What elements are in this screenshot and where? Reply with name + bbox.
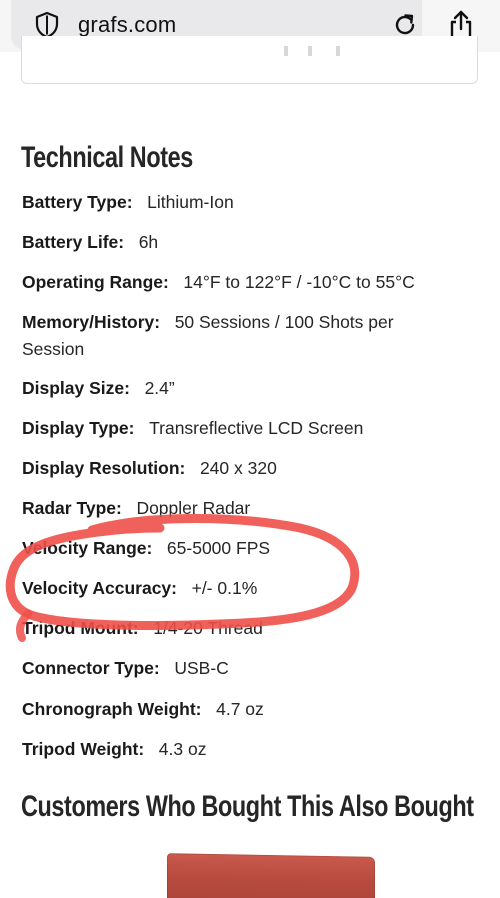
spec-row: Memory/History: 50 Sessions / 100 Shots … bbox=[22, 309, 442, 363]
technical-notes-heading: Technical Notes bbox=[21, 141, 193, 174]
spec-label: Connector Type: bbox=[22, 658, 160, 678]
spec-label: Chronograph Weight: bbox=[22, 699, 202, 719]
spec-label: Battery Type: bbox=[22, 192, 133, 212]
spec-value: 65-5000 FPS bbox=[166, 538, 271, 558]
spec-row: Battery Life: 6h bbox=[22, 229, 462, 256]
url-text[interactable]: grafs.com bbox=[78, 12, 176, 38]
spec-label: Display Resolution: bbox=[22, 458, 186, 478]
cut-off-text bbox=[272, 46, 352, 56]
spec-label: Display Type: bbox=[22, 418, 135, 438]
shield-icon[interactable] bbox=[33, 11, 61, 39]
page: grafs.com Technical Notes Battery Type: … bbox=[0, 0, 500, 898]
spec-row: Display Resolution: 240 x 320 bbox=[22, 455, 462, 482]
spec-label: Tripod Mount: bbox=[22, 618, 139, 638]
spec-value: +/- 0.1% bbox=[191, 578, 258, 598]
spec-row: Radar Type: Doppler Radar bbox=[22, 495, 462, 522]
spec-label: Velocity Range: bbox=[22, 538, 153, 558]
spec-row: Tripod Mount: 1/4-20 Thread bbox=[22, 615, 462, 642]
spec-row: Connector Type: USB-C bbox=[22, 655, 462, 682]
spec-label: Battery Life: bbox=[22, 232, 125, 252]
reload-icon[interactable] bbox=[391, 11, 419, 39]
spec-value: Transreflective LCD Screen bbox=[149, 418, 364, 438]
spec-value: USB-C bbox=[174, 658, 229, 678]
spec-label: Operating Range: bbox=[22, 272, 169, 292]
spec-label: Radar Type: bbox=[22, 498, 122, 518]
spec-row: Display Size: 2.4” bbox=[22, 375, 462, 402]
spec-row: Display Type: Transreflective LCD Screen bbox=[22, 415, 462, 442]
spec-label: Velocity Accuracy: bbox=[22, 578, 177, 598]
spec-value: Lithium-Ion bbox=[147, 192, 234, 212]
product-image[interactable] bbox=[167, 853, 375, 898]
spec-row: Velocity Range: 65-5000 FPS bbox=[22, 535, 462, 562]
spec-label: Tripod Weight: bbox=[22, 739, 145, 759]
spec-row: Velocity Accuracy: +/- 0.1% bbox=[22, 575, 462, 602]
spec-value: 2.4” bbox=[144, 378, 175, 398]
spec-value: 4.7 oz bbox=[216, 699, 264, 719]
spec-label: Display Size: bbox=[22, 378, 130, 398]
spec-value: 240 x 320 bbox=[199, 458, 277, 478]
customers-also-bought-heading: Customers Who Bought This Also Bought bbox=[21, 790, 474, 823]
spec-row: Tripod Weight: 4.3 oz bbox=[22, 736, 462, 763]
spec-value: 14°F to 122°F / -10°C to 55°C bbox=[183, 272, 415, 292]
spec-value: Doppler Radar bbox=[136, 498, 251, 518]
spec-row: Chronograph Weight: 4.7 oz bbox=[22, 696, 462, 723]
spec-label: Memory/History: bbox=[22, 312, 161, 332]
card-remnant bbox=[21, 36, 478, 84]
spec-value: 6h bbox=[138, 232, 159, 252]
spec-value: 4.3 oz bbox=[158, 739, 207, 759]
spec-value: 1/4-20 Thread bbox=[153, 618, 263, 638]
spec-row: Battery Type: Lithium-Ion bbox=[22, 189, 462, 216]
spec-row: Operating Range: 14°F to 122°F / -10°C t… bbox=[22, 269, 462, 296]
